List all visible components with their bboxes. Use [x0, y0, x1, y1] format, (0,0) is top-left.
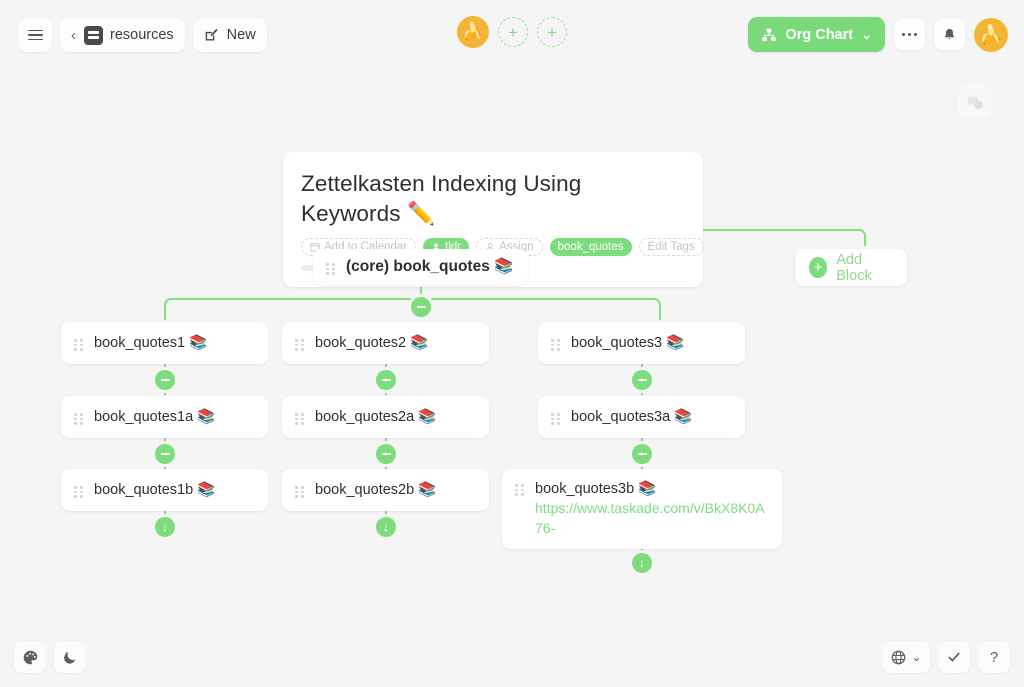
check-icon [946, 649, 962, 665]
collapse-button-2a[interactable] [376, 444, 396, 464]
night-mode-button[interactable] [54, 641, 86, 673]
node-label: book_quotes3 📚 [571, 334, 732, 352]
book-quotes-tag[interactable]: book_quotes [550, 238, 632, 256]
comments-button[interactable] [958, 85, 992, 119]
plus-circle-icon: + [809, 257, 827, 278]
add-member-button[interactable]: + [498, 17, 528, 47]
confirm-button[interactable] [938, 641, 970, 673]
drag-handle-icon[interactable] [295, 339, 304, 351]
expand-button-1b[interactable]: ↓ [155, 517, 175, 537]
drag-handle-icon[interactable] [515, 484, 524, 496]
node-link[interactable]: https://www.taskade.com/v/BkX8K0A76- [535, 498, 769, 538]
more-options-button[interactable] [894, 19, 925, 50]
tag-label: Edit Tags [648, 241, 695, 253]
node-book-quotes1b[interactable]: book_quotes1b 📚 [61, 469, 268, 511]
invite-member-button[interactable]: + [537, 17, 567, 47]
node-core[interactable]: (core) book_quotes 📚 [313, 249, 528, 285]
arrow-down-icon: ↓ [639, 557, 645, 569]
collapse-button-2[interactable] [376, 370, 396, 390]
collapse-button-3[interactable] [632, 370, 652, 390]
drag-handle-icon[interactable] [74, 486, 83, 498]
node-book-quotes1a[interactable]: book_quotes1a 📚 [61, 396, 268, 438]
avatar[interactable]: 🍌 [457, 16, 489, 48]
node-book-quotes2a[interactable]: book_quotes2a 📚 [282, 396, 489, 438]
user-avatar[interactable]: 🍌 [974, 18, 1008, 52]
node-label: book_quotes2 📚 [315, 334, 476, 352]
drag-handle-icon[interactable] [551, 413, 560, 425]
drag-handle-icon[interactable] [74, 339, 83, 351]
language-button[interactable]: ⌄ [882, 641, 930, 673]
comment-bubbles-icon [966, 94, 985, 111]
drag-handle-icon[interactable] [551, 339, 560, 351]
drag-handle-icon[interactable] [295, 486, 304, 498]
theme-color-button[interactable] [14, 641, 46, 673]
org-chart-icon [761, 27, 777, 43]
arrow-down-icon: ↓ [383, 521, 389, 533]
collapse-button-core[interactable] [411, 297, 431, 317]
node-book-quotes2[interactable]: book_quotes2 📚 [282, 322, 489, 364]
notifications-button[interactable] [934, 19, 965, 50]
node-label: (core) book_quotes 📚 [346, 258, 515, 276]
node-label: book_quotes1a 📚 [94, 408, 255, 426]
tag-label: book_quotes [558, 241, 624, 253]
expand-button-3b[interactable]: ↓ [632, 553, 652, 573]
add-block-button[interactable]: + Add Block [795, 249, 907, 286]
collapse-button-1a[interactable] [155, 444, 175, 464]
page-title: Zettelkasten Indexing Using Keywords ✏️ [301, 169, 685, 229]
bottom-left-toolbar [14, 641, 86, 673]
more-dots-icon [902, 33, 918, 37]
add-block-label: Add Block [836, 252, 893, 284]
node-book-quotes3[interactable]: book_quotes3 📚 [538, 322, 745, 364]
moon-icon [62, 649, 79, 666]
node-book-quotes1[interactable]: book_quotes1 📚 [61, 322, 268, 364]
node-label: book_quotes1b 📚 [94, 481, 255, 499]
node-label: book_quotes3b 📚 [535, 480, 769, 498]
edit-tags-button[interactable]: Edit Tags [639, 238, 704, 256]
node-label: book_quotes1 📚 [94, 334, 255, 352]
top-toolbar: ‹ resources New 🍌 + + [0, 0, 1024, 70]
expand-button-2b[interactable]: ↓ [376, 517, 396, 537]
collapse-button-3a[interactable] [632, 444, 652, 464]
node-label: book_quotes2b 📚 [315, 481, 476, 499]
globe-icon [890, 649, 907, 666]
toolbar-right-group: Org Chart ⌄ 🍌 [748, 17, 1008, 52]
bell-icon [942, 27, 957, 42]
drag-handle-icon[interactable] [295, 413, 304, 425]
palette-icon [22, 649, 39, 666]
bottom-right-toolbar: ⌄ ? [882, 641, 1010, 673]
chevron-down-icon: ⌄ [911, 650, 921, 664]
drag-handle-icon[interactable] [326, 263, 335, 275]
drag-handle-icon[interactable] [74, 413, 83, 425]
collapse-button-1[interactable] [155, 370, 175, 390]
node-label: book_quotes2a 📚 [315, 408, 476, 426]
help-button[interactable]: ? [978, 641, 1010, 673]
node-book-quotes3b[interactable]: book_quotes3b 📚 https://www.taskade.com/… [502, 469, 782, 549]
chevron-down-icon: ⌄ [861, 27, 872, 43]
app-root: ‹ resources New 🍌 + + [0, 0, 1024, 687]
node-book-quotes2b[interactable]: book_quotes2b 📚 [282, 469, 489, 511]
node-book-quotes3a[interactable]: book_quotes3a 📚 [538, 396, 745, 438]
view-switcher-label: Org Chart [785, 27, 853, 43]
node-label: book_quotes3a 📚 [571, 408, 732, 426]
view-switcher-button[interactable]: Org Chart ⌄ [748, 17, 885, 52]
arrow-down-icon: ↓ [162, 521, 168, 533]
mindmap-canvas[interactable]: ↓ ↓ ↓ Zettelkasten Indexing Using Keywor… [0, 70, 1024, 687]
